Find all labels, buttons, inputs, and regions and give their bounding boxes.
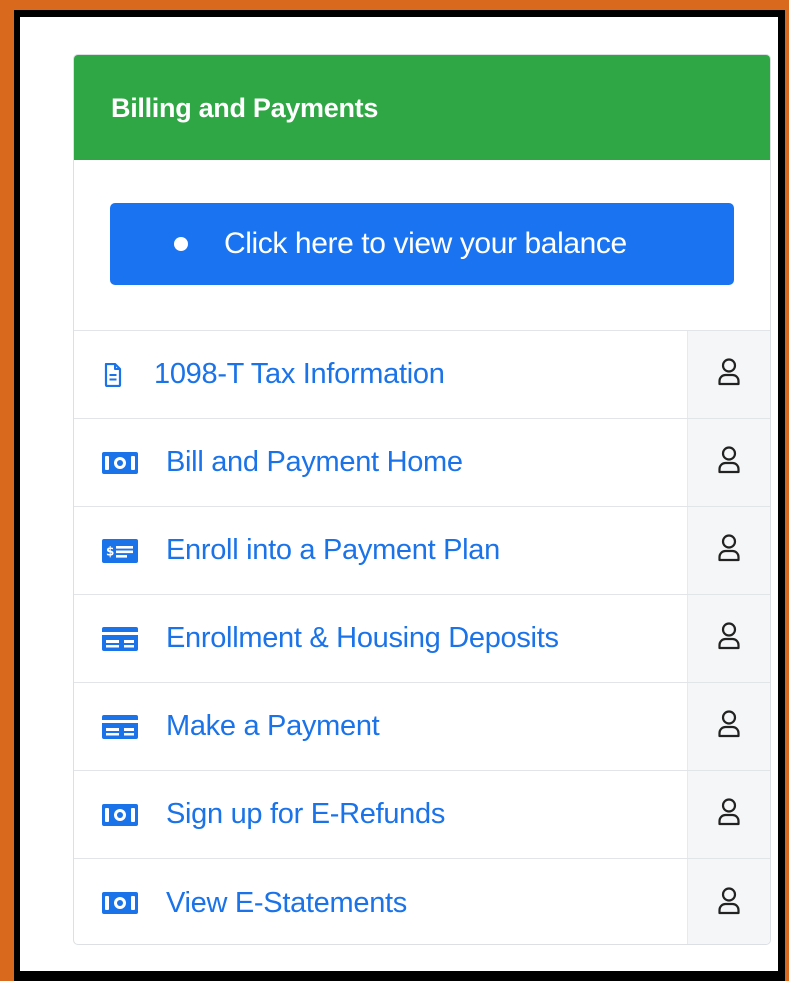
row-user-action[interactable] bbox=[687, 331, 770, 418]
link-make-a-payment[interactable]: Make a Payment bbox=[74, 683, 687, 770]
user-icon bbox=[717, 886, 741, 920]
link-label: View E-Statements bbox=[166, 886, 407, 919]
link-sign-up-e-refunds[interactable]: Sign up for E-Refunds bbox=[74, 771, 687, 858]
svg-text:$: $ bbox=[106, 544, 114, 558]
user-icon bbox=[717, 798, 741, 831]
link-label: Bill and Payment Home bbox=[166, 446, 463, 478]
view-balance-button[interactable]: Click here to view your balance bbox=[110, 203, 734, 285]
user-icon bbox=[717, 534, 741, 567]
card-body: Click here to view your balance bbox=[74, 160, 770, 331]
page-background: Billing and Payments Click here to view … bbox=[20, 17, 778, 971]
row-user-action[interactable] bbox=[687, 771, 770, 858]
link-label: Sign up for E-Refunds bbox=[166, 798, 446, 830]
user-icon bbox=[717, 622, 741, 655]
link-label: 1098-T Tax Information bbox=[154, 358, 445, 390]
link-label: Make a Payment bbox=[166, 710, 380, 742]
dot-icon bbox=[174, 237, 188, 251]
card-header: Billing and Payments bbox=[74, 55, 770, 160]
list-item-make-payment: Make a Payment bbox=[74, 683, 770, 771]
link-label: Enroll into a Payment Plan bbox=[166, 534, 500, 566]
money-icon bbox=[100, 890, 140, 916]
money-icon bbox=[100, 450, 140, 476]
document-icon bbox=[100, 362, 126, 388]
user-icon bbox=[717, 446, 741, 479]
money-check-icon: $ bbox=[100, 538, 140, 564]
user-icon bbox=[717, 358, 741, 391]
credit-card-icon bbox=[100, 714, 140, 740]
billing-payments-card: Billing and Payments Click here to view … bbox=[73, 54, 771, 945]
link-1098t-tax-information[interactable]: 1098-T Tax Information bbox=[74, 331, 687, 418]
link-view-e-statements[interactable]: View E-Statements bbox=[74, 859, 687, 944]
list-item-e-statements: View E-Statements bbox=[74, 859, 770, 944]
list-item-bill-home: Bill and Payment Home bbox=[74, 419, 770, 507]
link-enroll-payment-plan[interactable]: $ Enroll into a Payment Plan bbox=[74, 507, 687, 594]
billing-links-list: 1098-T Tax Information Bill and Payment … bbox=[74, 331, 770, 944]
list-item-e-refunds: Sign up for E-Refunds bbox=[74, 771, 770, 859]
link-label: Enrollment & Housing Deposits bbox=[166, 622, 559, 654]
money-icon bbox=[100, 802, 140, 828]
credit-card-icon bbox=[100, 626, 140, 652]
row-user-action[interactable] bbox=[687, 507, 770, 594]
row-user-action[interactable] bbox=[687, 595, 770, 682]
user-icon bbox=[717, 710, 741, 743]
link-bill-and-payment-home[interactable]: Bill and Payment Home bbox=[74, 419, 687, 506]
row-user-action[interactable] bbox=[687, 419, 770, 506]
list-item-1098t: 1098-T Tax Information bbox=[74, 331, 770, 419]
view-balance-label: Click here to view your balance bbox=[224, 227, 627, 260]
card-title: Billing and Payments bbox=[111, 93, 379, 123]
list-item-deposits: Enrollment & Housing Deposits bbox=[74, 595, 770, 683]
row-user-action[interactable] bbox=[687, 859, 770, 944]
link-enrollment-housing-deposits[interactable]: Enrollment & Housing Deposits bbox=[74, 595, 687, 682]
row-user-action[interactable] bbox=[687, 683, 770, 770]
list-item-payment-plan: $ Enroll into a Payment Plan bbox=[74, 507, 770, 595]
